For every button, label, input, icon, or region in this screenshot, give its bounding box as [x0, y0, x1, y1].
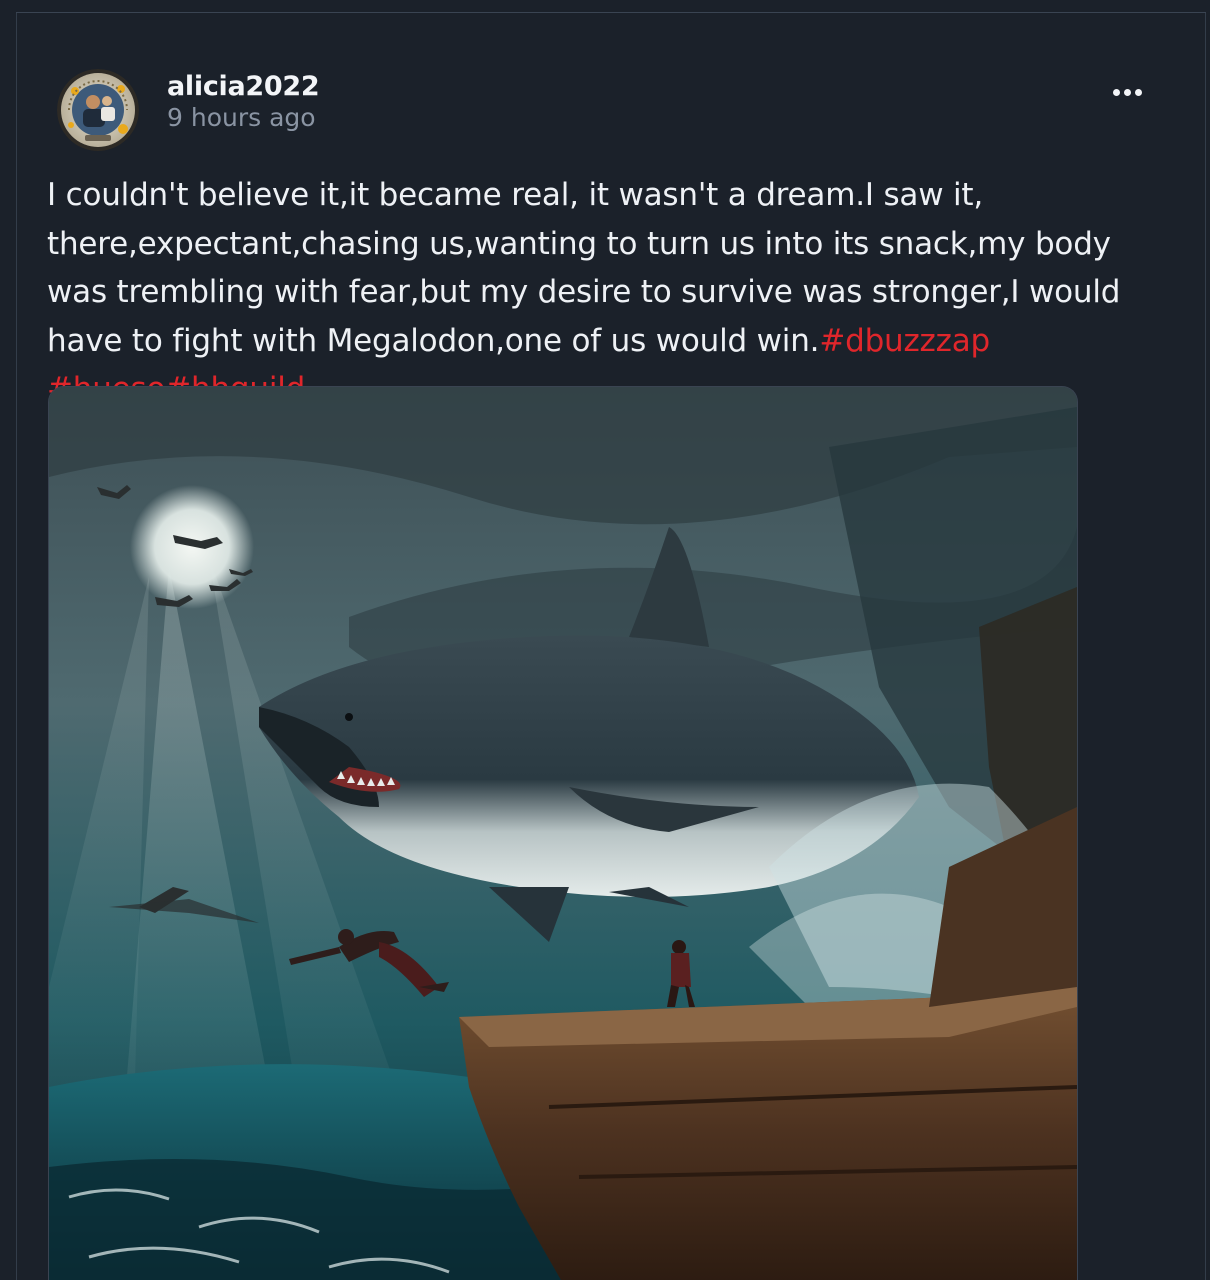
post-body: I couldn't believe it,it became real, it…	[47, 171, 1167, 414]
dot	[1134, 88, 1142, 96]
post-card: alicia2022 9 hours ago I couldn't believ…	[16, 13, 1206, 1280]
username[interactable]: alicia2022	[167, 71, 320, 102]
avatar[interactable]	[57, 69, 139, 151]
hashtag-dbuzzzap[interactable]: #dbuzzzap	[819, 323, 990, 359]
more-options-icon[interactable]	[1105, 79, 1149, 105]
post-image[interactable]	[48, 386, 1078, 1280]
timestamp: 9 hours ago	[167, 103, 316, 132]
avatar-image	[57, 69, 139, 151]
megalodon-shark-image	[49, 387, 1077, 1280]
dot	[1112, 88, 1120, 96]
page: alicia2022 9 hours ago I couldn't believ…	[0, 0, 1210, 1280]
dot	[1123, 88, 1131, 96]
